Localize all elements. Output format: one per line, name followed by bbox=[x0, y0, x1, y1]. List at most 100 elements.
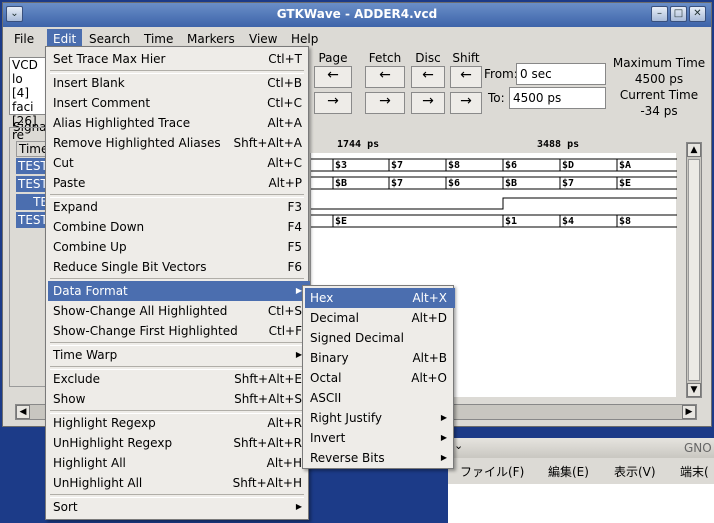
menu-item-invert[interactable]: Invert ▶ bbox=[305, 428, 455, 448]
scroll-down-icon[interactable]: ▼ bbox=[687, 383, 701, 397]
menu-item-label: ASCII bbox=[310, 391, 342, 405]
menu-item-octal[interactable]: Octal Alt+O bbox=[305, 368, 455, 388]
shift-label: Shift bbox=[452, 51, 480, 65]
menu-item-label: Hex bbox=[310, 291, 334, 305]
scroll-thumb[interactable] bbox=[688, 159, 700, 381]
menu-item-label: Alias Highlighted Trace bbox=[53, 116, 191, 130]
minimize-icon[interactable]: – bbox=[651, 6, 668, 22]
menu-item-right-justify[interactable]: Right Justify ▶ bbox=[305, 408, 455, 428]
window-title: GTKWave - ADDER4.vcd bbox=[276, 7, 438, 21]
ruler-tick-label: 1744 ps bbox=[337, 139, 380, 150]
menu-item-alias-highlighted-trace[interactable]: Alias Highlighted Trace Alt+A bbox=[48, 113, 310, 133]
menu-item-label: Show-Change All Highlighted bbox=[53, 304, 228, 318]
menu-item-set-trace-max-hier[interactable]: Set Trace Max Hier Ctl+T bbox=[48, 49, 310, 69]
menu-item-highlight-regexp[interactable]: Highlight Regexp Alt+R bbox=[48, 413, 310, 433]
terminal-titlebar[interactable]: ⌄ GNO bbox=[448, 438, 714, 458]
fetch-forward-button[interactable]: → bbox=[365, 92, 405, 114]
disc-forward-button[interactable]: → bbox=[411, 92, 445, 114]
info-line: VCD lo bbox=[12, 58, 38, 86]
menu-item-label: Show-Change First Highlighted bbox=[53, 324, 238, 338]
scroll-right-icon[interactable]: ▶ bbox=[682, 405, 696, 419]
menu-item-label: Reverse Bits bbox=[310, 451, 385, 465]
wave-value: $D bbox=[562, 160, 575, 171]
terminal-body[interactable] bbox=[448, 484, 714, 523]
menu-item-accelerator: Shft+Alt+A bbox=[233, 136, 302, 150]
menu-item-show-change-all-highlighted[interactable]: Show-Change All Highlighted Ctl+S bbox=[48, 301, 310, 321]
menu-item-remove-highlighted-aliases[interactable]: Remove Highlighted Aliases Shft+Alt+A bbox=[48, 133, 310, 153]
wave-value: $7 bbox=[562, 178, 575, 189]
terminal-title: GNO bbox=[684, 441, 712, 455]
menu-item-label: Decimal bbox=[310, 311, 359, 325]
to-field[interactable]: 4500 ps bbox=[509, 87, 606, 109]
scroll-up-icon[interactable]: ▲ bbox=[687, 143, 701, 157]
max-time-label: Maximum Time bbox=[612, 56, 706, 70]
shift-back-button[interactable]: ← bbox=[450, 66, 482, 88]
menu-item-time-warp[interactable]: Time Warp ▶ bbox=[48, 345, 310, 365]
menu-item-combine-up[interactable]: Combine Up F5 bbox=[48, 237, 310, 257]
menu-item-accelerator: Alt+X bbox=[412, 291, 447, 305]
menu-item-label: Highlight Regexp bbox=[53, 416, 156, 430]
menu-item-label: Paste bbox=[53, 176, 86, 190]
menu-item-expand[interactable]: Expand F3 bbox=[48, 197, 310, 217]
menu-item-unhighlight-all[interactable]: UnHighlight All Shft+Alt+H bbox=[48, 473, 310, 493]
menu-item-accelerator: Alt+C bbox=[267, 156, 302, 170]
menu-terminal[interactable]: 端末( bbox=[680, 463, 709, 480]
menu-item-show-change-first-highlighted[interactable]: Show-Change First Highlighted Ctl+F bbox=[48, 321, 310, 341]
wave-value: $3 bbox=[335, 160, 348, 171]
menu-item-sort[interactable]: Sort ▶ bbox=[48, 497, 310, 517]
menu-item-data-format[interactable]: Data Format ▶ bbox=[48, 281, 310, 301]
menu-item-label: Right Justify bbox=[310, 411, 382, 425]
maximize-icon[interactable]: □ bbox=[670, 6, 687, 22]
menu-item-label: Insert Comment bbox=[53, 96, 151, 110]
menu-item-signed-decimal[interactable]: Signed Decimal bbox=[305, 328, 455, 348]
menu-file[interactable]: ファイル(F) bbox=[460, 463, 524, 480]
page-forward-button[interactable]: → bbox=[314, 92, 352, 114]
menu-view[interactable]: 表示(V) bbox=[614, 463, 656, 480]
page-back-button[interactable]: ← bbox=[314, 66, 352, 88]
menu-item-accelerator: Alt+O bbox=[411, 371, 447, 385]
menu-item-cut[interactable]: Cut Alt+C bbox=[48, 153, 310, 173]
wave-value: $1 bbox=[505, 216, 518, 227]
disc-back-button[interactable]: ← bbox=[411, 66, 445, 88]
submenu-arrow-icon: ▶ bbox=[440, 433, 447, 442]
menu-item-exclude[interactable]: Exclude Shft+Alt+E bbox=[48, 369, 310, 389]
menu-item-reverse-bits[interactable]: Reverse Bits ▶ bbox=[305, 448, 455, 468]
menu-item-label: Combine Down bbox=[53, 220, 145, 234]
title-bar[interactable]: ⌄ GTKWave - ADDER4.vcd – □ ✕ bbox=[3, 3, 711, 27]
terminal-menubar: ファイル(F) 編集(E) 表示(V) 端末( bbox=[448, 460, 714, 482]
fetch-group: Fetch ← → bbox=[363, 51, 407, 114]
menu-item-paste[interactable]: Paste Alt+P bbox=[48, 173, 310, 193]
close-icon[interactable]: ✕ bbox=[689, 6, 706, 22]
menu-item-accelerator: Ctl+C bbox=[267, 96, 302, 110]
wave-value: $7 bbox=[391, 160, 404, 171]
menu-item-combine-down[interactable]: Combine Down F4 bbox=[48, 217, 310, 237]
menu-item-label: Octal bbox=[310, 371, 342, 385]
menu-edit[interactable]: 編集(E) bbox=[548, 463, 589, 480]
vertical-scrollbar[interactable]: ▲ ▼ bbox=[686, 142, 702, 398]
scroll-left-icon[interactable]: ◀ bbox=[16, 405, 30, 419]
window-menu-icon[interactable]: ⌄ bbox=[454, 439, 463, 452]
fetch-back-button[interactable]: ← bbox=[365, 66, 405, 88]
menu-file[interactable]: File bbox=[8, 29, 40, 49]
menu-item-hex[interactable]: Hex Alt+X bbox=[305, 288, 455, 308]
menu-item-decimal[interactable]: Decimal Alt+D bbox=[305, 308, 455, 328]
menu-item-insert-comment[interactable]: Insert Comment Ctl+C bbox=[48, 93, 310, 113]
menu-item-insert-blank[interactable]: Insert Blank Ctl+B bbox=[48, 73, 310, 93]
menu-item-show[interactable]: Show Shft+Alt+S bbox=[48, 389, 310, 409]
menu-item-label: Reduce Single Bit Vectors bbox=[53, 260, 207, 274]
from-field[interactable]: 0 sec bbox=[516, 63, 606, 85]
menu-item-accelerator: Ctl+T bbox=[268, 52, 302, 66]
menu-item-ascii[interactable]: ASCII bbox=[305, 388, 455, 408]
menu-item-accelerator: Shft+Alt+H bbox=[232, 476, 302, 490]
menu-item-reduce-single-bit-vectors[interactable]: Reduce Single Bit Vectors F6 bbox=[48, 257, 310, 277]
menu-item-label: UnHighlight Regexp bbox=[53, 436, 173, 450]
menu-item-unhighlight-regexp[interactable]: UnHighlight Regexp Shft+Alt+R bbox=[48, 433, 310, 453]
menu-item-label: Sort bbox=[53, 500, 78, 514]
shift-forward-button[interactable]: → bbox=[450, 92, 482, 114]
menu-item-accelerator: Ctl+S bbox=[267, 304, 302, 318]
wave-value: $E bbox=[619, 178, 632, 189]
menu-item-highlight-all[interactable]: Highlight All Alt+H bbox=[48, 453, 310, 473]
wave-value: $6 bbox=[448, 178, 461, 189]
menu-item-binary[interactable]: Binary Alt+B bbox=[305, 348, 455, 368]
menu-item-label: Expand bbox=[53, 200, 98, 214]
